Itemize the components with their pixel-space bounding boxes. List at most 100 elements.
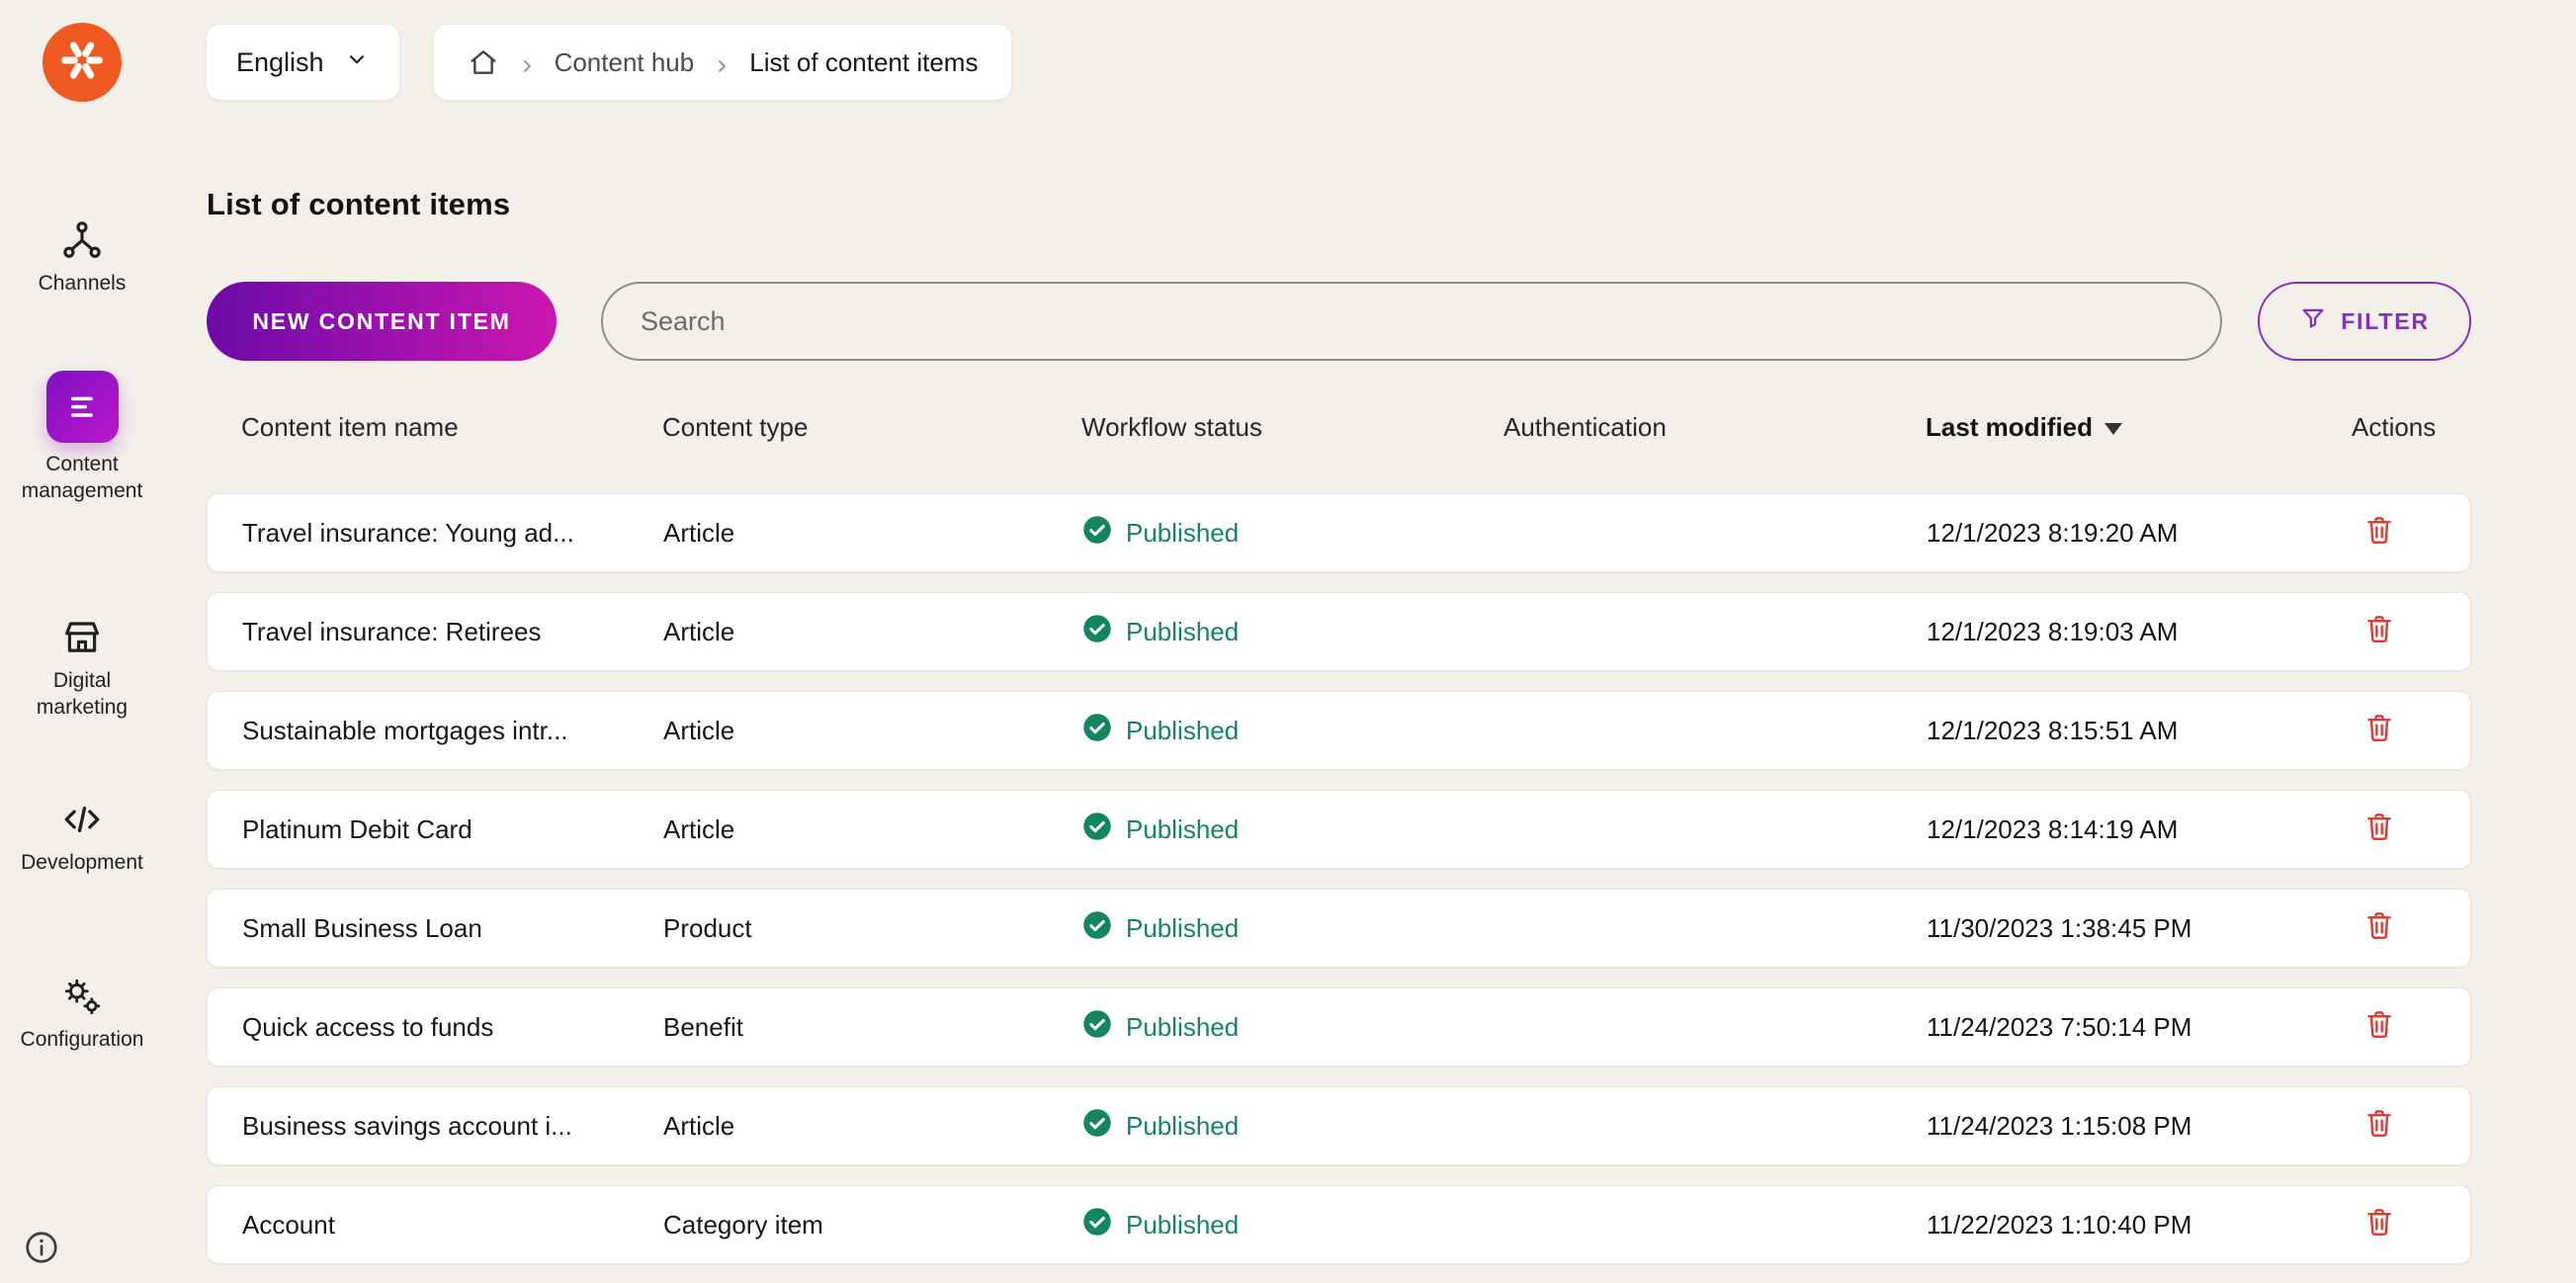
sidebar-item-label: Content management	[21, 453, 143, 502]
published-check-icon	[1082, 713, 1112, 749]
trash-icon	[2362, 1106, 2396, 1147]
row-actions	[2353, 810, 2470, 850]
row-actions	[2353, 612, 2470, 652]
chevron-down-icon	[344, 46, 370, 79]
channels-icon	[60, 218, 104, 262]
home-icon[interactable]	[468, 46, 499, 78]
content-type: Article	[663, 1110, 735, 1141]
last-modified: 11/22/2023 1:10:40 PM	[1927, 1209, 2192, 1240]
new-content-item-button[interactable]: NEW CONTENT ITEM	[207, 282, 557, 361]
table-row[interactable]: Sustainable mortgages intr... Article Pu…	[207, 691, 2471, 770]
app-logo[interactable]	[43, 23, 122, 102]
delete-button[interactable]	[2362, 513, 2396, 554]
breadcrumb: Content hub List of content items	[433, 25, 1012, 100]
content-item-name[interactable]: Travel insurance: Retirees	[242, 617, 663, 647]
workflow-status-label: Published	[1126, 1110, 1240, 1141]
sort-desc-icon	[2104, 422, 2123, 435]
chevron-right-icon	[517, 52, 537, 72]
breadcrumb-content-hub[interactable]: Content hub	[555, 47, 695, 78]
row-actions	[2353, 908, 2470, 949]
content-item-name[interactable]: Quick access to funds	[242, 1012, 663, 1043]
workflow-status-label: Published	[1126, 616, 1240, 646]
trash-icon	[2362, 1007, 2396, 1048]
table-row[interactable]: Quick access to funds Benefit Published …	[207, 987, 2471, 1067]
table-row[interactable]: Travel insurance: Young ad... Article Pu…	[207, 493, 2471, 572]
content-type: Article	[663, 616, 735, 646]
column-header-content-type[interactable]: Content type	[662, 412, 1081, 443]
published-check-icon	[1082, 515, 1112, 552]
filter-button[interactable]: FILTER	[2258, 282, 2471, 361]
content-type: Category item	[663, 1209, 823, 1240]
workflow-status-label: Published	[1126, 813, 1240, 844]
workflow-status-label: Published	[1126, 1011, 1240, 1042]
column-header-last-modified[interactable]: Last modified	[1926, 412, 2352, 443]
content-item-name[interactable]: Sustainable mortgages intr...	[242, 716, 663, 746]
delete-button[interactable]	[2362, 1106, 2396, 1147]
delete-button[interactable]	[2362, 908, 2396, 949]
workflow-status: Published	[1082, 1009, 1504, 1046]
published-check-icon	[1082, 1009, 1112, 1046]
row-actions	[2353, 1205, 2470, 1245]
last-modified: 11/30/2023 1:38:45 PM	[1927, 912, 2192, 943]
language-label: English	[236, 46, 324, 77]
content-type: Article	[663, 813, 735, 844]
delete-button[interactable]	[2362, 1205, 2396, 1245]
last-modified: 11/24/2023 1:15:08 PM	[1927, 1110, 2192, 1141]
app-root: Channels Content management Digital mark…	[0, 0, 2576, 1283]
delete-button[interactable]	[2362, 810, 2396, 850]
content-type: Benefit	[663, 1011, 743, 1042]
delete-button[interactable]	[2362, 612, 2396, 652]
published-check-icon	[1082, 910, 1112, 947]
table-row[interactable]: Platinum Debit Card Article Published 12…	[207, 790, 2471, 869]
published-check-icon	[1082, 1108, 1112, 1145]
sidebar-item-label: Development	[21, 851, 143, 874]
table-row[interactable]: Account Category item Published 11/22/20…	[207, 1185, 2471, 1264]
column-header-content-item-name[interactable]: Content item name	[241, 412, 662, 443]
row-actions	[2353, 1106, 2470, 1147]
workflow-status: Published	[1082, 910, 1504, 947]
delete-button[interactable]	[2362, 1007, 2396, 1048]
sidebar-item-label: Channels	[38, 272, 127, 295]
column-header-workflow-status[interactable]: Workflow status	[1081, 412, 1503, 443]
page-title: List of content items	[207, 187, 511, 221]
breadcrumb-current: List of content items	[749, 46, 979, 77]
column-header-actions: Actions	[2352, 411, 2437, 442]
last-modified: 11/24/2023 7:50:14 PM	[1927, 1011, 2192, 1042]
sidebar-item-digital-marketing[interactable]: Digital marketing	[3, 616, 161, 721]
filter-funnel-icon	[2299, 304, 2327, 338]
sidebar-item-label: Configuration	[20, 1028, 144, 1051]
kontent-flower-icon	[56, 35, 108, 91]
row-actions	[2353, 513, 2470, 554]
table-row[interactable]: Small Business Loan Product Published 11…	[207, 889, 2471, 968]
sidebar-item-configuration[interactable]: Configuration	[3, 975, 161, 1053]
configuration-icon	[60, 975, 104, 1018]
content-item-name[interactable]: Account	[242, 1210, 663, 1240]
workflow-status: Published	[1082, 614, 1504, 650]
column-header-authentication[interactable]: Authentication	[1503, 412, 1926, 443]
sidebar-item-development[interactable]: Development	[3, 798, 161, 876]
main-area: English Content hub List of content item…	[164, 0, 2576, 1283]
development-icon	[60, 798, 104, 841]
workflow-status: Published	[1082, 713, 1504, 749]
table-body: Travel insurance: Young ad... Article Pu…	[207, 493, 2471, 1264]
help-info-button[interactable]	[23, 1229, 60, 1271]
search-input[interactable]	[601, 282, 2222, 361]
table-row[interactable]: Travel insurance: Retirees Article Publi…	[207, 592, 2471, 671]
delete-button[interactable]	[2362, 711, 2396, 751]
sidebar-item-content-management[interactable]: Content management	[3, 371, 161, 504]
table-row[interactable]: Business savings account i... Article Pu…	[207, 1086, 2471, 1165]
trash-icon	[2362, 810, 2396, 850]
content-item-name[interactable]: Small Business Loan	[242, 913, 663, 944]
content-item-name[interactable]: Business savings account i...	[242, 1111, 663, 1142]
trash-icon	[2362, 1205, 2396, 1245]
sidebar-item-label: Digital marketing	[36, 669, 129, 719]
last-modified: 12/1/2023 8:19:03 AM	[1927, 616, 2179, 646]
row-actions	[2353, 1007, 2470, 1048]
sidebar-item-channels[interactable]: Channels	[3, 218, 161, 297]
content-item-name[interactable]: Travel insurance: Young ad...	[242, 518, 663, 549]
workflow-status-label: Published	[1126, 715, 1240, 745]
content-item-name[interactable]: Platinum Debit Card	[242, 814, 663, 845]
language-selector[interactable]: English	[207, 25, 399, 100]
workflow-status-label: Published	[1126, 517, 1240, 548]
sidebar: Channels Content management Digital mark…	[0, 0, 164, 1283]
